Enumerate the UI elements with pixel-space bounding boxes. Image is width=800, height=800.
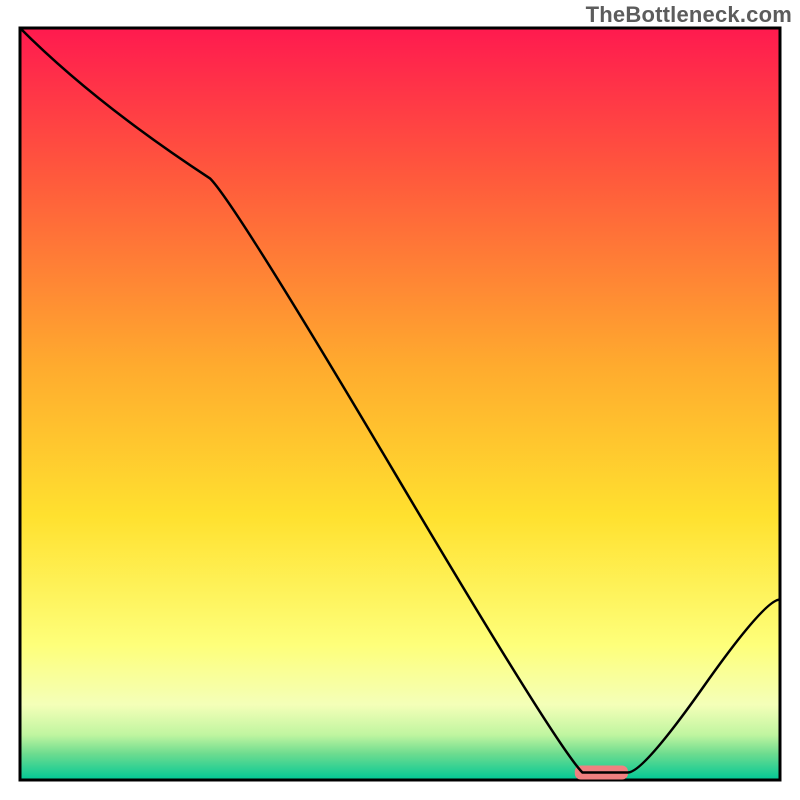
chart-svg	[0, 0, 800, 800]
chart-container: TheBottleneck.com	[0, 0, 800, 800]
watermark-text: TheBottleneck.com	[586, 2, 792, 28]
plot-background	[20, 28, 780, 780]
